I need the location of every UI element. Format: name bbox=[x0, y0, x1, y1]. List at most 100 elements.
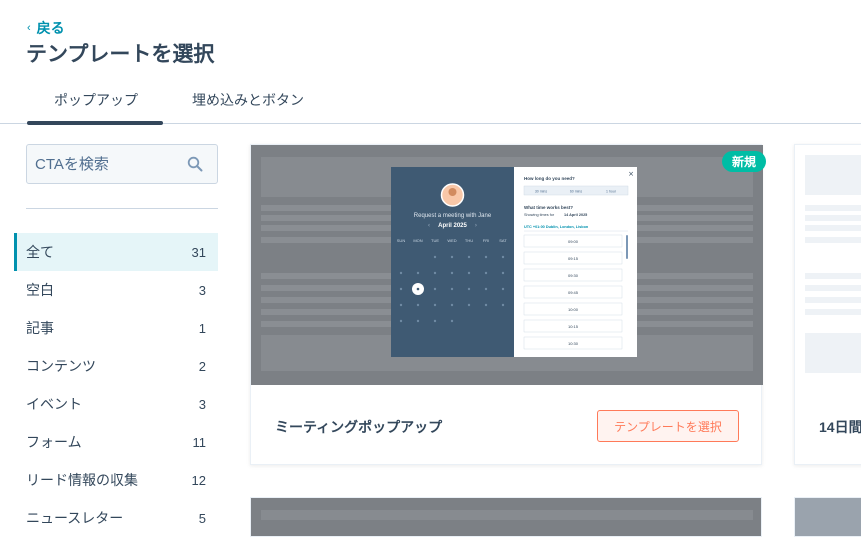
preview-placeholder-line bbox=[805, 309, 861, 315]
back-link[interactable]: ‹ 戻る bbox=[27, 18, 65, 38]
showing-times-date: 14 April 2025 bbox=[564, 213, 587, 217]
calendar-day bbox=[450, 271, 454, 275]
calendar-day bbox=[501, 271, 505, 275]
duration-option: 1 hour bbox=[606, 190, 617, 194]
calendar-day bbox=[416, 271, 420, 275]
category-label: コンテンツ bbox=[26, 358, 96, 374]
calendar-day bbox=[416, 319, 420, 323]
weekday-label: WED bbox=[447, 238, 456, 243]
calendar-day bbox=[501, 287, 505, 291]
category-label: イベント bbox=[26, 396, 82, 412]
category-label: 空白 bbox=[26, 282, 54, 298]
next-month-icon: › bbox=[475, 222, 477, 229]
template-name: 14日間 bbox=[819, 419, 861, 435]
calendar-day bbox=[484, 303, 488, 307]
calendar-day bbox=[450, 287, 454, 291]
template-card-14-day[interactable]: 14日間 bbox=[794, 144, 861, 465]
card-footer: ミーティングポップアップ テンプレートを選択 bbox=[251, 385, 763, 466]
tab-popup[interactable]: ポップアップ bbox=[54, 90, 138, 110]
calendar-day bbox=[484, 287, 488, 291]
preview-placeholder-line bbox=[805, 273, 861, 279]
template-preview: Request a meeting with Jane April 2025 ‹… bbox=[251, 145, 763, 385]
search-box bbox=[26, 144, 218, 184]
back-label: 戻る bbox=[36, 20, 65, 36]
category-count: 5 bbox=[198, 510, 206, 526]
times-scrollbar bbox=[626, 235, 628, 259]
category-label: リード情報の収集 bbox=[26, 472, 138, 488]
calendar-day bbox=[484, 255, 488, 259]
close-icon: × bbox=[628, 170, 634, 178]
category-item-content[interactable]: コンテンツ 2 bbox=[14, 347, 218, 385]
category-count: 12 bbox=[191, 472, 206, 488]
duration-option: 60 mins bbox=[570, 190, 583, 194]
search-input[interactable] bbox=[35, 155, 185, 173]
calendar-day bbox=[450, 319, 454, 323]
weekday-label: SAT bbox=[499, 238, 507, 243]
time-slot-label: 09:30 bbox=[568, 273, 579, 278]
template-card-row2-2[interactable] bbox=[794, 497, 861, 537]
category-item-all[interactable]: 全て 31 bbox=[14, 233, 218, 271]
new-badge: 新規 bbox=[722, 151, 766, 172]
time-slot-label: 10:30 bbox=[568, 341, 579, 346]
calendar-day bbox=[501, 303, 505, 307]
category-item-article[interactable]: 記事 1 bbox=[14, 309, 218, 347]
duration-option: 30 mins bbox=[535, 190, 548, 194]
selected-day-mark bbox=[416, 287, 420, 291]
category-item-event[interactable]: イベント 3 bbox=[14, 385, 218, 423]
active-tab-indicator bbox=[27, 121, 163, 125]
category-count: 3 bbox=[198, 282, 206, 298]
calendar-day bbox=[467, 255, 471, 259]
category-item-lead-capture[interactable]: リード情報の収集 12 bbox=[14, 461, 218, 499]
calendar-day bbox=[450, 303, 454, 307]
tab-embed-and-button[interactable]: 埋め込みとボタン bbox=[192, 90, 304, 110]
category-item-form[interactable]: フォーム 11 bbox=[14, 423, 218, 461]
sidebar-divider bbox=[26, 208, 218, 209]
calendar-day bbox=[484, 271, 488, 275]
calendar-day bbox=[433, 271, 437, 275]
calendar-month: April 2025 bbox=[438, 223, 467, 229]
calendar-day bbox=[433, 255, 437, 259]
template-card-meeting-popup[interactable]: Request a meeting with Jane April 2025 ‹… bbox=[250, 144, 763, 466]
preview-placeholder-line bbox=[805, 297, 861, 303]
time-slot-label: 09:00 bbox=[568, 239, 579, 244]
category-label: 記事 bbox=[26, 320, 54, 336]
category-count: 1 bbox=[198, 320, 206, 336]
select-template-button[interactable]: テンプレートを選択 bbox=[597, 410, 739, 442]
category-count: 31 bbox=[191, 244, 206, 260]
weekday-label: MON bbox=[413, 238, 422, 243]
calendar-day bbox=[467, 271, 471, 275]
prev-month-icon: ‹ bbox=[428, 222, 430, 229]
category-item-newsletter[interactable]: ニュースレター 5 bbox=[14, 499, 218, 537]
template-card-row2-1[interactable] bbox=[250, 497, 762, 537]
calendar-day bbox=[399, 287, 403, 291]
time-slot-label: 09:45 bbox=[568, 290, 579, 295]
avatar-face bbox=[448, 188, 457, 196]
calendar-day bbox=[433, 287, 437, 291]
search-icon[interactable] bbox=[187, 156, 203, 177]
meeting-modal-preview: Request a meeting with Jane April 2025 ‹… bbox=[391, 167, 637, 357]
category-list: 全て 31 空白 3 記事 1 コンテンツ 2 イベント 3 フォーム 11 リ… bbox=[14, 233, 218, 537]
category-label: 全て bbox=[26, 244, 54, 260]
category-label: フォーム bbox=[26, 434, 82, 450]
weekday-label: SUN bbox=[397, 238, 406, 243]
duration-question: How long do you need? bbox=[524, 176, 575, 181]
category-count: 11 bbox=[192, 434, 207, 450]
calendar-day bbox=[416, 303, 420, 307]
template-preview bbox=[795, 145, 861, 385]
category-count: 2 bbox=[198, 358, 206, 374]
preview-placeholder-line bbox=[805, 285, 861, 291]
showing-times-prefix: Showing times for bbox=[524, 213, 555, 217]
preview-placeholder-line bbox=[805, 225, 861, 231]
preview-placeholder-line bbox=[805, 215, 861, 221]
time-slot-label: 10:15 bbox=[568, 324, 579, 329]
category-item-blank[interactable]: 空白 3 bbox=[14, 271, 218, 309]
preview-placeholder-block bbox=[805, 155, 861, 195]
category-label: ニュースレター bbox=[26, 510, 124, 526]
template-name: ミーティングポップアップ bbox=[275, 419, 443, 435]
time-slot-list: 09:00 09:15 09:30 09:45 10:00 10:15 10:3… bbox=[523, 234, 623, 350]
calendar-day bbox=[450, 255, 454, 259]
calendar-day bbox=[399, 303, 403, 307]
page-title: テンプレートを選択 bbox=[26, 43, 215, 66]
time-slot-label: 10:00 bbox=[568, 307, 579, 312]
calendar-day bbox=[433, 303, 437, 307]
